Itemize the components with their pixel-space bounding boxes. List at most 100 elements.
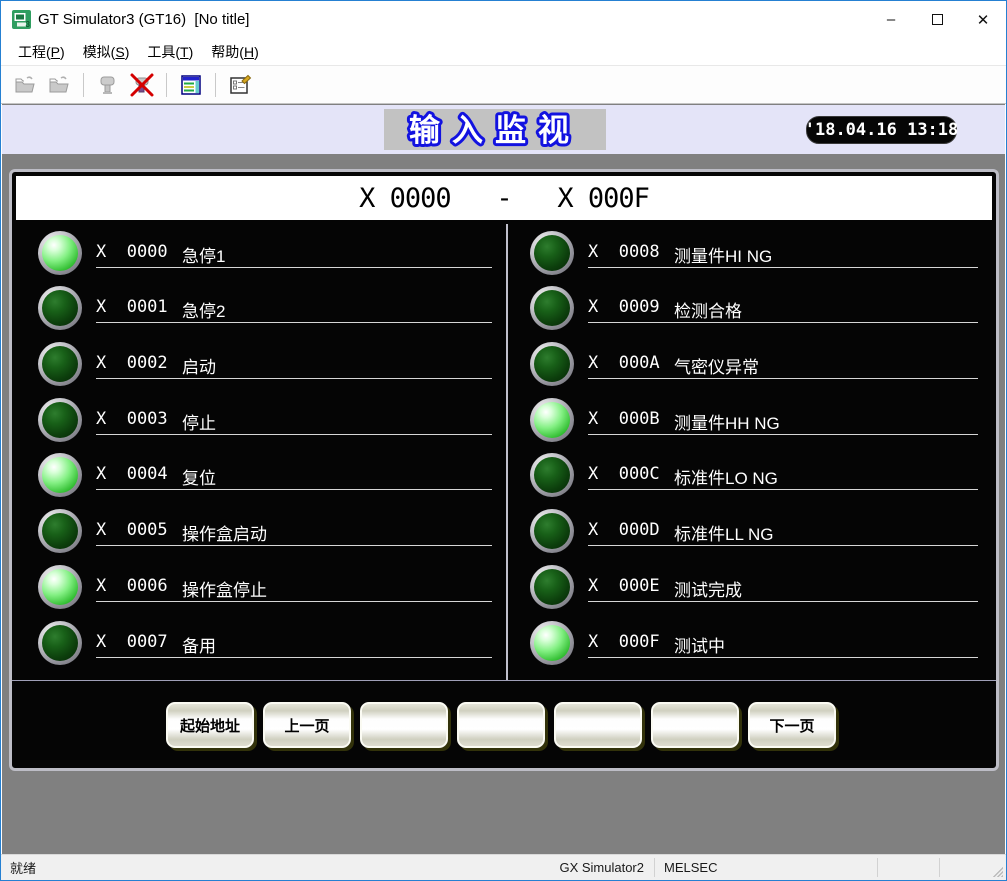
monitor-row: X 000B 测量件HH NG [508, 392, 992, 447]
monitor-panel: X 0000 - X 000F X 0000 急停1 X 0001 急停2 [9, 169, 999, 771]
led-core [534, 290, 570, 326]
device-label: 急停1 [182, 242, 492, 268]
led-core [534, 346, 570, 382]
toolbar-separator [83, 73, 84, 97]
minimize-button[interactable]: – [868, 1, 914, 38]
device-label: 测量件HH NG [674, 409, 978, 435]
monitor-row: X 0009 检测合格 [508, 280, 992, 335]
led-indicator [530, 453, 574, 497]
datetime-display: '18.04.16 13:18 [806, 116, 957, 144]
column-right: X 0008 测量件HI NG X 0009 检测合格 X 000A 气密仪异常 [508, 224, 992, 680]
device-address: X 000D [588, 520, 678, 546]
led-core [42, 569, 78, 605]
device-address: X 0005 [96, 520, 186, 546]
device-monitor-icon[interactable] [177, 71, 205, 99]
svg-text:3: 3 [26, 20, 31, 29]
led-indicator [38, 621, 82, 665]
toolbar [1, 65, 1006, 104]
monitor-row: X 0002 启动 [16, 336, 506, 391]
menu-label: 工程( [18, 44, 51, 60]
status-plc-type: MELSEC [655, 855, 877, 880]
device-address: X 000B [588, 409, 678, 435]
monitor-row: X 0003 停止 [16, 392, 506, 447]
btn-blank-2[interactable] [457, 702, 545, 748]
led-indicator [530, 286, 574, 330]
menu-tools[interactable]: 工具(T) [138, 38, 202, 66]
page-button-row: 起始地址 上一页 下一页 [166, 702, 836, 748]
led-core [534, 513, 570, 549]
monitor-row: X 000F 测试中 [508, 615, 992, 670]
open-project-icon[interactable] [11, 71, 39, 99]
led-indicator [38, 286, 82, 330]
device-address: X 0008 [588, 242, 678, 268]
menu-label: ) [189, 44, 194, 60]
menu-label: 模拟( [83, 44, 116, 60]
device-label: 启动 [182, 353, 492, 379]
maximize-button[interactable] [914, 1, 960, 38]
menu-mnemonic: H [244, 44, 254, 60]
status-empty-cell [940, 855, 990, 880]
btn-next-page[interactable]: 下一页 [748, 702, 836, 748]
start-simulation-icon[interactable] [94, 71, 122, 99]
monitor-row: X 0007 备用 [16, 615, 506, 670]
monitor-row: X 000A 气密仪异常 [508, 336, 992, 391]
menu-label: ) [60, 44, 65, 60]
btn-start-address[interactable]: 起始地址 [166, 702, 254, 748]
btn-blank-4[interactable] [651, 702, 739, 748]
monitor-row: X 0005 操作盒启动 [16, 503, 506, 558]
toolbar-separator [215, 73, 216, 97]
column-left: X 0000 急停1 X 0001 急停2 X 0002 启动 [16, 224, 506, 680]
monitor-row: X 000C 标准件LO NG [508, 447, 992, 502]
menu-simulate[interactable]: 模拟(S) [74, 38, 139, 66]
monitor-row: X 0006 操作盒停止 [16, 559, 506, 614]
monitor-row: X 0008 测量件HI NG [508, 225, 992, 280]
status-empty-cell [878, 855, 939, 880]
device-address: X 0003 [96, 409, 186, 435]
menu-project[interactable]: 工程(P) [9, 38, 74, 66]
led-core [42, 346, 78, 382]
option-icon[interactable] [226, 71, 254, 99]
resize-grip[interactable] [990, 855, 1006, 880]
resize-grip-dots [993, 867, 1003, 877]
led-core [42, 625, 78, 661]
led-core [534, 625, 570, 661]
titlebar: 3 GT Simulator3 (GT16) [No title] – ✕ [1, 1, 1006, 38]
device-label: 操作盒启动 [182, 520, 492, 546]
device-label: 测试中 [674, 632, 978, 658]
header-band: 输入监视 '18.04.16 13:18 [2, 105, 1005, 154]
led-core [42, 457, 78, 493]
led-indicator [530, 565, 574, 609]
stop-simulation-icon[interactable] [128, 71, 156, 99]
device-label: 气密仪异常 [674, 353, 978, 379]
app-window: 3 GT Simulator3 (GT16) [No title] – ✕ 工程… [0, 0, 1007, 881]
device-label: 操作盒停止 [182, 576, 492, 602]
button-row-separator [12, 680, 996, 681]
menu-help[interactable]: 帮助(H) [202, 38, 267, 66]
hmi-screen: 输入监视 '18.04.16 13:18 X 0000 - X 000F X 0… [2, 104, 1005, 856]
range-header: X 0000 - X 000F [16, 176, 992, 220]
led-core [534, 235, 570, 271]
monitor-row: X 000E 测试完成 [508, 559, 992, 614]
screen-title: 输入监视 [384, 109, 606, 150]
open-folder-icon[interactable] [45, 71, 73, 99]
menu-label: 帮助( [211, 44, 244, 60]
toolbar-separator [166, 73, 167, 97]
menu-label: ) [254, 44, 259, 60]
led-indicator [38, 509, 82, 553]
close-button[interactable]: ✕ [960, 1, 1006, 38]
device-address: X 0000 [96, 242, 186, 268]
btn-prev-page[interactable]: 上一页 [263, 702, 351, 748]
led-indicator [38, 231, 82, 275]
btn-blank-3[interactable] [554, 702, 642, 748]
gt-simulator-icon: 3 [12, 10, 31, 29]
monitor-columns: X 0000 急停1 X 0001 急停2 X 0002 启动 [16, 224, 992, 680]
device-address: X 000F [588, 632, 678, 658]
menu-mnemonic: P [51, 44, 60, 60]
monitor-row: X 0000 急停1 [16, 225, 506, 280]
led-core [42, 402, 78, 438]
btn-blank-1[interactable] [360, 702, 448, 748]
led-indicator [530, 231, 574, 275]
led-core [42, 513, 78, 549]
led-core [42, 290, 78, 326]
led-indicator [38, 398, 82, 442]
